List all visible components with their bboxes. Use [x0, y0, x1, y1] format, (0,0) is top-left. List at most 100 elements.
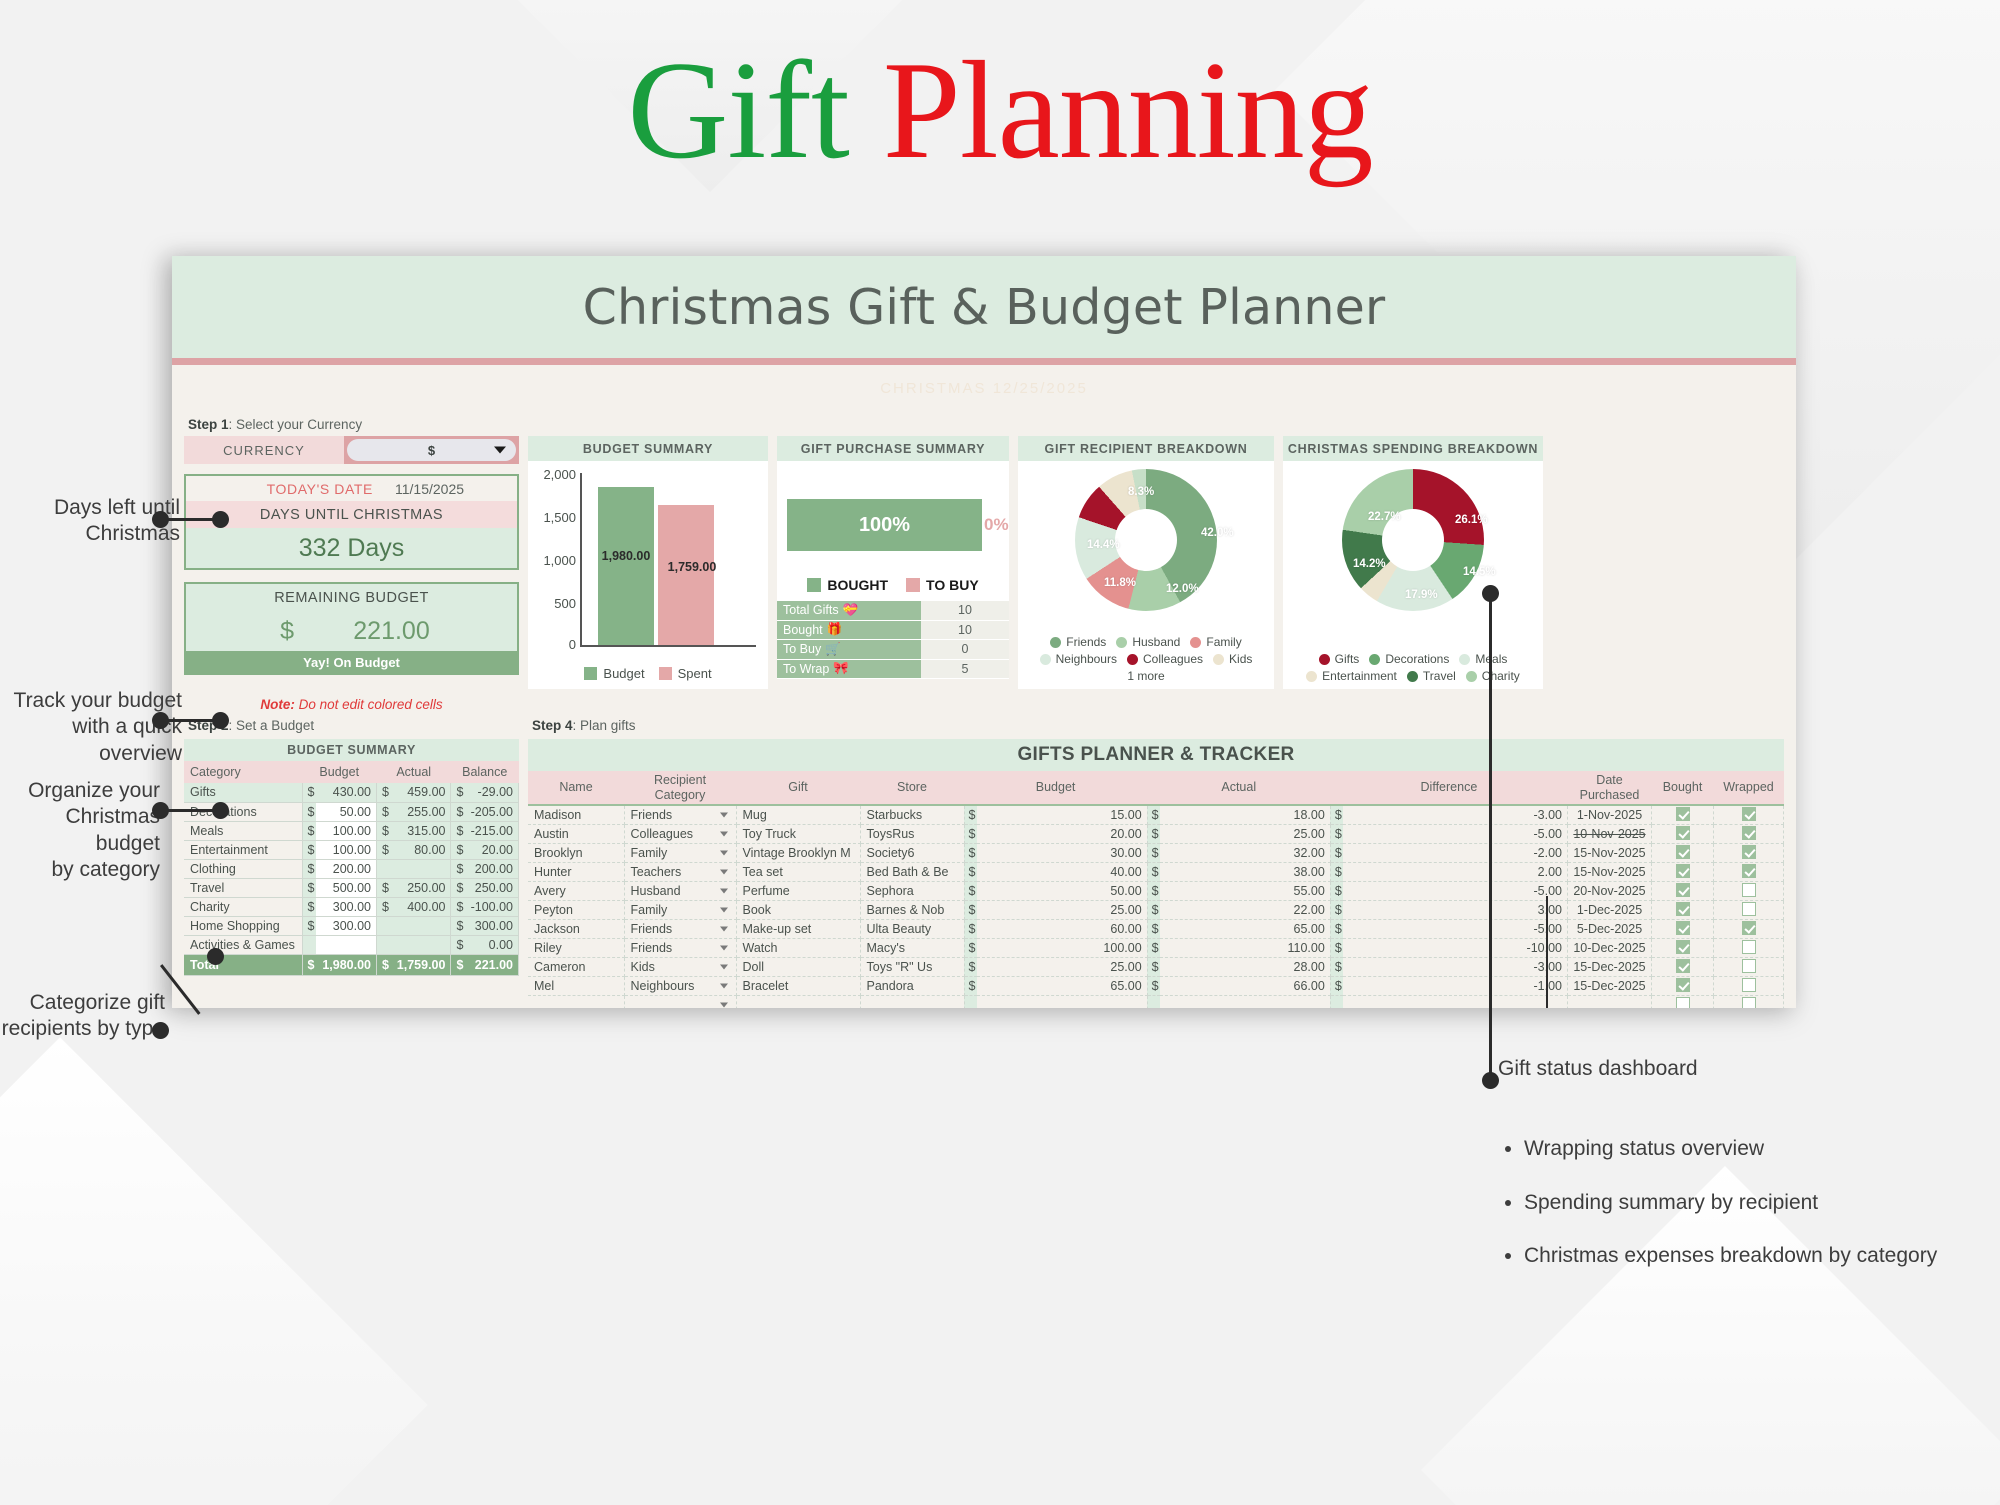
cell-name[interactable]: Mel	[528, 976, 625, 996]
cell-bought-checkbox[interactable]	[1651, 938, 1714, 958]
cell-recipient-category[interactable]: Friends	[624, 805, 737, 825]
cell-actual[interactable]: 32.00	[1160, 843, 1331, 863]
table-row[interactable]: Entertainment $100.00 $80.00 $20.00	[184, 840, 519, 859]
cell-date-purchased[interactable]	[1567, 995, 1652, 1008]
cell-date-purchased[interactable]: 1-Dec-2025	[1567, 900, 1652, 920]
cell-recipient-category[interactable]: Friends	[624, 938, 737, 958]
cell-wrapped-checkbox[interactable]	[1713, 976, 1784, 996]
table-row[interactable]: Travel $500.00 $250.00 $250.00	[184, 878, 519, 897]
cell-actual[interactable]: 38.00	[1160, 862, 1331, 882]
cell-bought-checkbox[interactable]	[1651, 843, 1714, 863]
cell-wrapped-checkbox[interactable]	[1713, 862, 1784, 882]
cell-gift[interactable]: Vintage Brooklyn M	[736, 843, 861, 863]
cell-budget[interactable]: 300.00	[316, 897, 377, 916]
cell-date-purchased[interactable]: 10-Nov-2025	[1567, 824, 1652, 844]
cell-budget[interactable]: 430.00	[316, 783, 377, 802]
cell-budget[interactable]: 25.00	[977, 957, 1148, 977]
cell-budget[interactable]: 20.00	[977, 824, 1148, 844]
cell-wrapped-checkbox[interactable]	[1713, 805, 1784, 825]
cell-budget[interactable]: 60.00	[977, 919, 1148, 939]
cell-date-purchased[interactable]: 1-Nov-2025	[1567, 805, 1652, 825]
cell-budget[interactable]	[977, 995, 1148, 1008]
cell-wrapped-checkbox[interactable]	[1713, 995, 1784, 1008]
table-row[interactable]: Peyton Family Book Barnes & Nob $25.00 $22.00…	[528, 900, 1784, 920]
cell-actual[interactable]: 110.00	[1160, 938, 1331, 958]
cell-name[interactable]: Jackson	[528, 919, 625, 939]
cell-actual[interactable]: 55.00	[1160, 881, 1331, 901]
cell-recipient-category[interactable]: Teachers	[624, 862, 737, 882]
cell-bought-checkbox[interactable]	[1651, 919, 1714, 939]
cell-bought-checkbox[interactable]	[1651, 881, 1714, 901]
cell-budget[interactable]: 100.00	[316, 821, 377, 840]
cell-bought-checkbox[interactable]	[1651, 824, 1714, 844]
cell-recipient-category[interactable]: Colleagues	[624, 824, 737, 844]
cell-store[interactable]: Pandora	[860, 976, 965, 996]
cell-recipient-category[interactable]: Neighbours	[624, 976, 737, 996]
cell-store[interactable]: Sephora	[860, 881, 965, 901]
cell-store[interactable]: Toys "R" Us	[860, 957, 965, 977]
cell-budget[interactable]	[316, 935, 377, 954]
table-row[interactable]: Gifts $430.00 $459.00 $ -29.00	[184, 783, 519, 802]
cell-actual[interactable]: 28.00	[1160, 957, 1331, 977]
cell-recipient-category[interactable]: Family	[624, 900, 737, 920]
table-row[interactable]: Clothing $200.00 $200.00	[184, 859, 519, 878]
cell-actual[interactable]: 18.00	[1160, 805, 1331, 825]
table-row[interactable]: Avery Husband Perfume Sephora $50.00 $55.00 $ -…	[528, 881, 1784, 901]
cell-recipient-category[interactable]: Husband	[624, 881, 737, 901]
cell-bought-checkbox[interactable]	[1651, 995, 1714, 1008]
table-row[interactable]: Hunter Teachers Tea set Bed Bath & Be $40.00…	[528, 862, 1784, 882]
cell-date-purchased[interactable]: 20-Nov-2025	[1567, 881, 1652, 901]
cell-gift[interactable]: Doll	[736, 957, 861, 977]
cell-name[interactable]	[528, 995, 625, 1008]
cell-wrapped-checkbox[interactable]	[1713, 900, 1784, 920]
currency-select[interactable]: $	[347, 439, 516, 461]
cell-bought-checkbox[interactable]	[1651, 862, 1714, 882]
cell-date-purchased[interactable]: 15-Dec-2025	[1567, 976, 1652, 996]
table-row[interactable]: Austin Colleagues Toy Truck ToysRus $20.00 $2…	[528, 824, 1784, 844]
cell-recipient-category[interactable]: Kids	[624, 957, 737, 977]
cell-budget[interactable]: 40.00	[977, 862, 1148, 882]
cell-budget[interactable]: 50.00	[316, 802, 377, 821]
cell-recipient-category[interactable]: Family	[624, 843, 737, 863]
cell-gift[interactable]: Toy Truck	[736, 824, 861, 844]
cell-store[interactable]: Ulta Beauty	[860, 919, 965, 939]
cell-bought-checkbox[interactable]	[1651, 900, 1714, 920]
cell-wrapped-checkbox[interactable]	[1713, 843, 1784, 863]
table-row[interactable]: Brooklyn Family Vintage Brooklyn M Society6…	[528, 843, 1784, 863]
cell-budget[interactable]: 100.00	[977, 938, 1148, 958]
cell-recipient-category[interactable]	[624, 995, 737, 1008]
cell-gift[interactable]: Book	[736, 900, 861, 920]
table-row[interactable]: Decorations$50.00$255.00$-205.00	[184, 802, 519, 821]
table-row[interactable]: CameronKidsDollToys "R" Us$25.00$28.00$-…	[528, 957, 1784, 977]
cell-store[interactable]	[860, 995, 965, 1008]
cell-bought-checkbox[interactable]	[1651, 976, 1714, 996]
cell-bought-checkbox[interactable]	[1651, 957, 1714, 977]
cell-wrapped-checkbox[interactable]	[1713, 919, 1784, 939]
cell-budget[interactable]: 100.00	[316, 840, 377, 859]
cell-actual[interactable]: 22.00	[1160, 900, 1331, 920]
cell-name[interactable]: Hunter	[528, 862, 625, 882]
cell-actual[interactable]: 66.00	[1160, 976, 1331, 996]
cell-date-purchased[interactable]: 15-Nov-2025	[1567, 862, 1652, 882]
cell-gift[interactable]: Tea set	[736, 862, 861, 882]
cell-gift[interactable]: Make-up set	[736, 919, 861, 939]
cell-date-purchased[interactable]: 15-Dec-2025	[1567, 957, 1652, 977]
cell-actual[interactable]: 65.00	[1160, 919, 1331, 939]
cell-store[interactable]: Bed Bath & Be	[860, 862, 965, 882]
cell-budget[interactable]: 65.00	[977, 976, 1148, 996]
cell-wrapped-checkbox[interactable]	[1713, 938, 1784, 958]
cell-date-purchased[interactable]: 5-Dec-2025	[1567, 919, 1652, 939]
table-row[interactable]: Mel Neighbours Bracelet Pandora $65.00 $66.00…	[528, 976, 1784, 996]
cell-store[interactable]: ToysRus	[860, 824, 965, 844]
cell-store[interactable]: Starbucks	[860, 805, 965, 825]
table-row[interactable]	[528, 995, 1784, 1008]
table-row[interactable]: Home Shopping $300.00 $300.00	[184, 916, 519, 935]
table-row[interactable]: Madison Friends Mug Starbucks $15.00 $18.00 $ -…	[528, 805, 1784, 825]
cell-budget[interactable]: 300.00	[316, 916, 377, 935]
cell-wrapped-checkbox[interactable]	[1713, 824, 1784, 844]
cell-gift[interactable]	[736, 995, 861, 1008]
cell-wrapped-checkbox[interactable]	[1713, 881, 1784, 901]
cell-gift[interactable]: Bracelet	[736, 976, 861, 996]
cell-budget[interactable]: 15.00	[977, 805, 1148, 825]
table-row[interactable]: Jackson Friends Make-up set Ulta Beauty $60.…	[528, 919, 1784, 939]
